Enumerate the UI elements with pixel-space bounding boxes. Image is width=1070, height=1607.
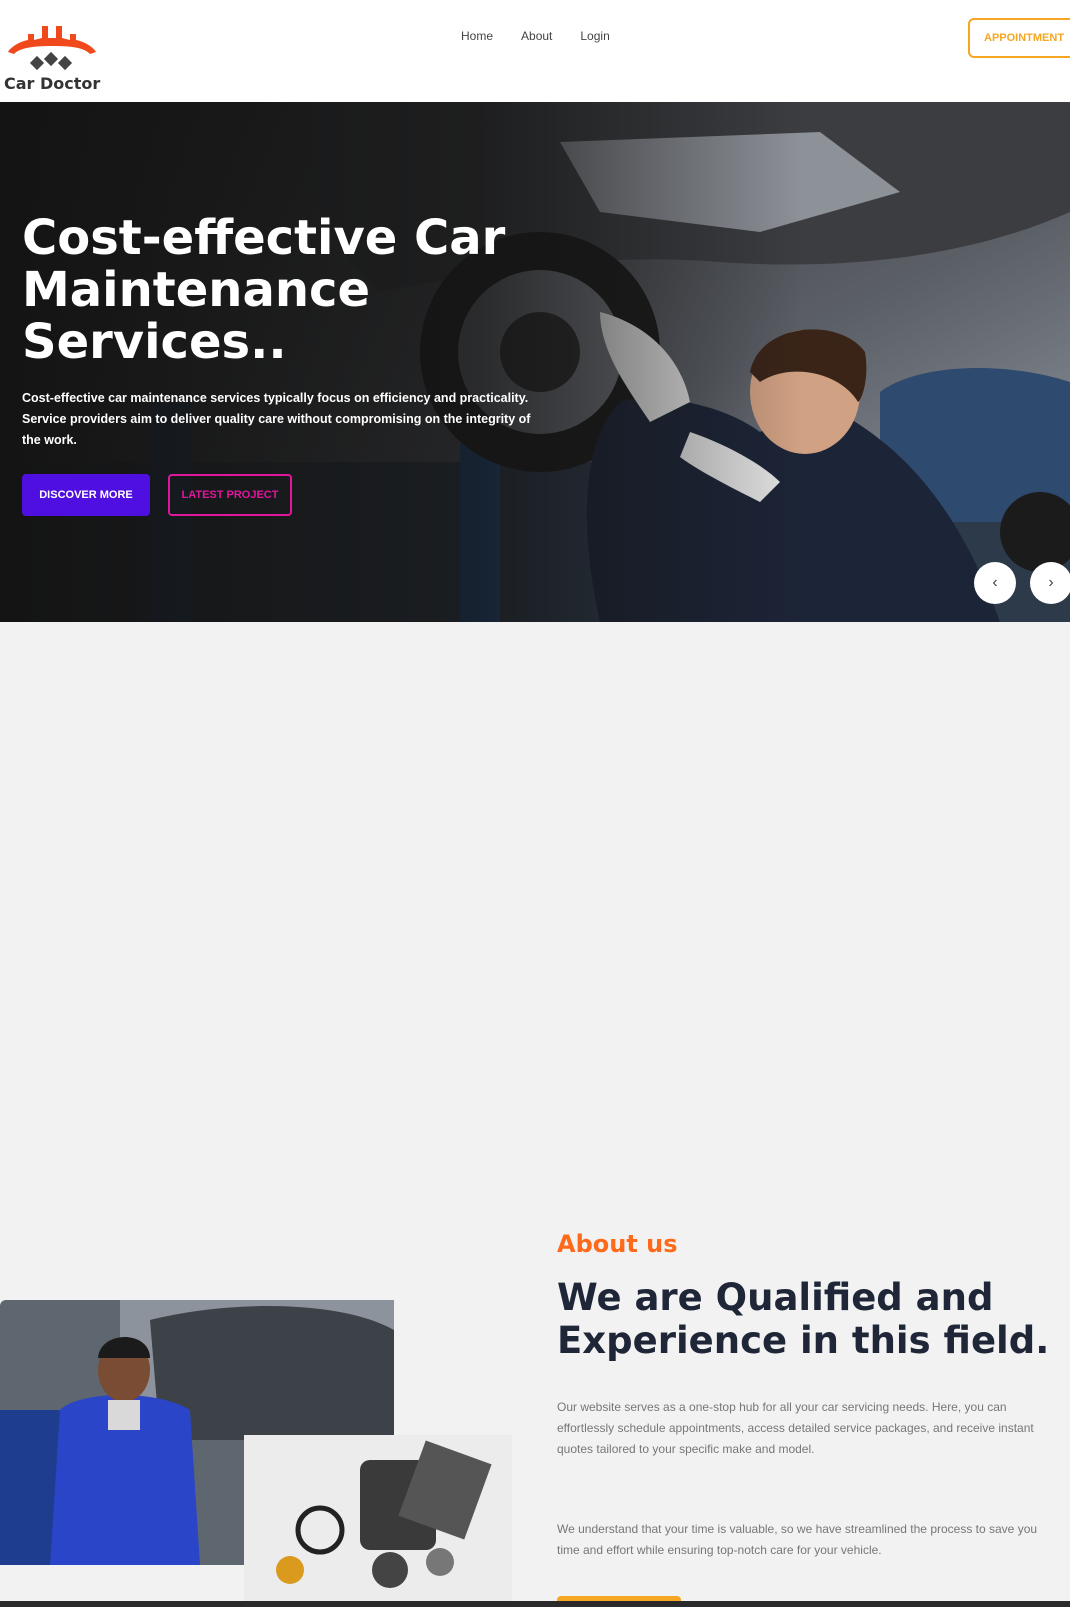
latest-project-button[interactable]: LATEST PROJECT — [168, 474, 292, 516]
nav-login-link[interactable]: Login — [580, 29, 609, 43]
main-nav: Home About Login — [461, 29, 610, 43]
discover-more-button[interactable]: DISCOVER MORE — [22, 474, 150, 516]
chevron-left-icon: ‹ — [992, 574, 998, 591]
hero-description: Cost-effective car maintenance services … — [22, 391, 531, 447]
hero-slider: Cost-effective Car Maintenance Services.… — [0, 102, 1070, 622]
site-header: Car Doctor Home About Login APPOINTMENT — [0, 0, 1070, 102]
slider-prev-button[interactable]: ‹ — [974, 562, 1016, 604]
chevron-right-icon: › — [1048, 574, 1054, 591]
about-photo-collage — [0, 1300, 512, 1602]
nav-about-link[interactable]: About — [521, 29, 552, 43]
about-paragraph-2: We understand that your time is valuable… — [557, 1522, 1038, 1557]
page-bottom-strip — [0, 1601, 1070, 1607]
gear-logo-icon — [8, 26, 96, 71]
about-images — [0, 1300, 520, 1602]
about-subtitle: About us — [557, 1230, 678, 1258]
appointment-button[interactable]: APPOINTMENT — [968, 18, 1070, 58]
nav-home-link[interactable]: Home — [461, 29, 493, 43]
logo-text: Car Doctor — [4, 74, 101, 93]
hero-title: Cost-effective Car Maintenance Services.… — [22, 210, 506, 370]
about-title: We are Qualified and Experience in this … — [557, 1276, 1050, 1362]
slider-next-button[interactable]: › — [1030, 562, 1070, 604]
about-paragraph-1: Our website serves as a one-stop hub for… — [557, 1400, 1034, 1456]
